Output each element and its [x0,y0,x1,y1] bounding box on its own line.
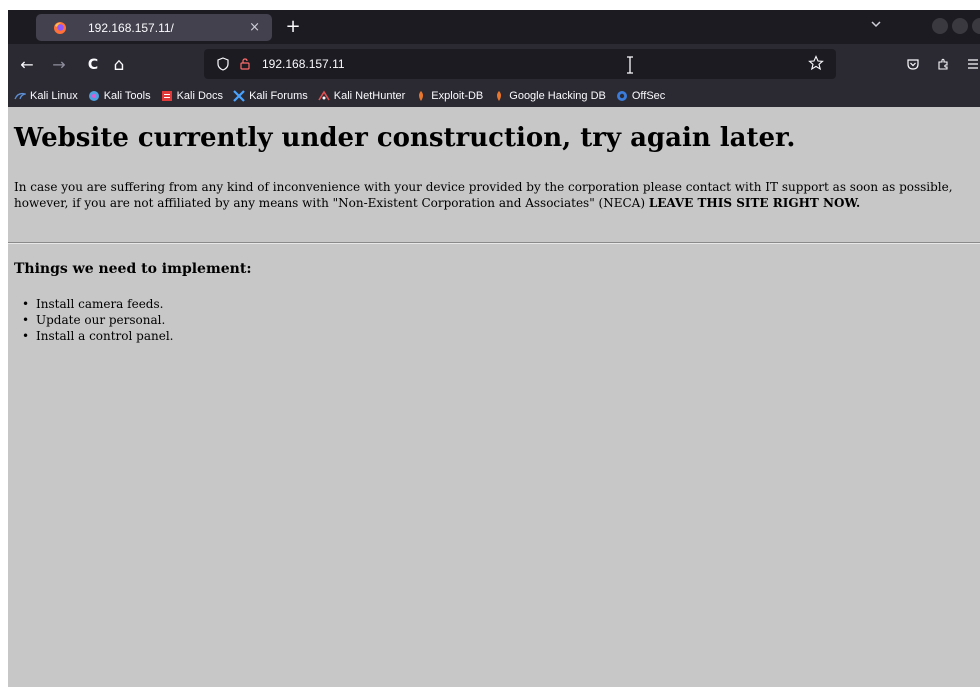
url-text: 192.168.157.11 [262,57,345,71]
list-item: Install a control panel. [22,328,173,344]
bookmark-kali-docs[interactable]: Kali Docs [161,90,223,102]
text-cursor-icon [624,55,636,75]
minimize-button[interactable] [932,18,948,34]
screen: 192.168.157.11/ × + ← → C ⌂ 192.168.157.… [0,0,980,687]
page-heading: Website currently under construction, tr… [14,123,796,153]
nav-bar: ← → C ⌂ 192.168.157.11 [8,44,980,85]
url-bar[interactable]: 192.168.157.11 [204,49,836,79]
ghdb-icon [497,91,502,101]
bookmark-offsec[interactable]: OffSec [616,90,665,102]
bookmark-kali-forums[interactable]: Kali Forums [233,90,308,102]
list-all-tabs-icon[interactable] [868,18,884,34]
close-window-button[interactable] [972,18,980,34]
notice-paragraph: In case you are suffering from any kind … [14,179,976,211]
bookmarks-toolbar: Kali Linux Kali Tools Kali Docs Kali For… [8,85,980,107]
window-controls [932,18,980,36]
page-content: Website currently under construction, tr… [8,107,980,687]
kali-docs-icon [161,91,172,101]
bookmark-exploit-db[interactable]: Exploit-DB [415,90,483,102]
shield-icon[interactable] [214,55,232,73]
section-heading: Things we need to implement: [14,261,252,277]
exploit-db-icon [419,91,424,101]
firefox-icon [52,20,68,36]
close-icon[interactable]: × [249,20,260,35]
list-item: Install camera feeds. [22,296,174,312]
divider [8,242,980,244]
kali-dragon-icon [14,92,26,100]
insecure-lock-icon[interactable] [236,55,254,73]
notice-warning: LEAVE THIS SITE RIGHT NOW. [648,196,861,210]
reload-button[interactable]: C [82,54,104,76]
bookmark-kali-nethunter[interactable]: Kali NetHunter [318,90,405,102]
forward-button[interactable]: → [48,54,70,76]
offsec-icon [616,91,627,101]
new-tab-button[interactable]: + [282,16,304,38]
kali-forums-icon [233,90,245,102]
tab-title: 192.168.157.11/ [88,20,174,35]
todo-list: Install camera feeds. Update our persona… [14,296,174,344]
bookmark-google-hacking-db[interactable]: Google Hacking DB [493,90,606,102]
browser-window: 192.168.157.11/ × + ← → C ⌂ 192.168.157.… [8,10,980,687]
bookmark-star-icon[interactable] [808,55,826,73]
nethunter-icon [318,90,330,101]
bookmark-kali-linux[interactable]: Kali Linux [14,90,78,102]
back-button[interactable]: ← [16,54,38,76]
tab-bar: 192.168.157.11/ × + [8,10,980,44]
pocket-icon[interactable] [906,56,924,74]
home-button[interactable]: ⌂ [108,54,130,76]
maximize-button[interactable] [952,18,968,34]
tab-active[interactable]: 192.168.157.11/ × [36,14,272,41]
list-item: Update our personal. [22,312,174,328]
extensions-icon[interactable] [936,56,954,74]
bookmark-kali-tools[interactable]: Kali Tools [88,90,151,102]
kali-tools-icon [88,91,99,101]
menu-icon[interactable] [966,56,980,74]
